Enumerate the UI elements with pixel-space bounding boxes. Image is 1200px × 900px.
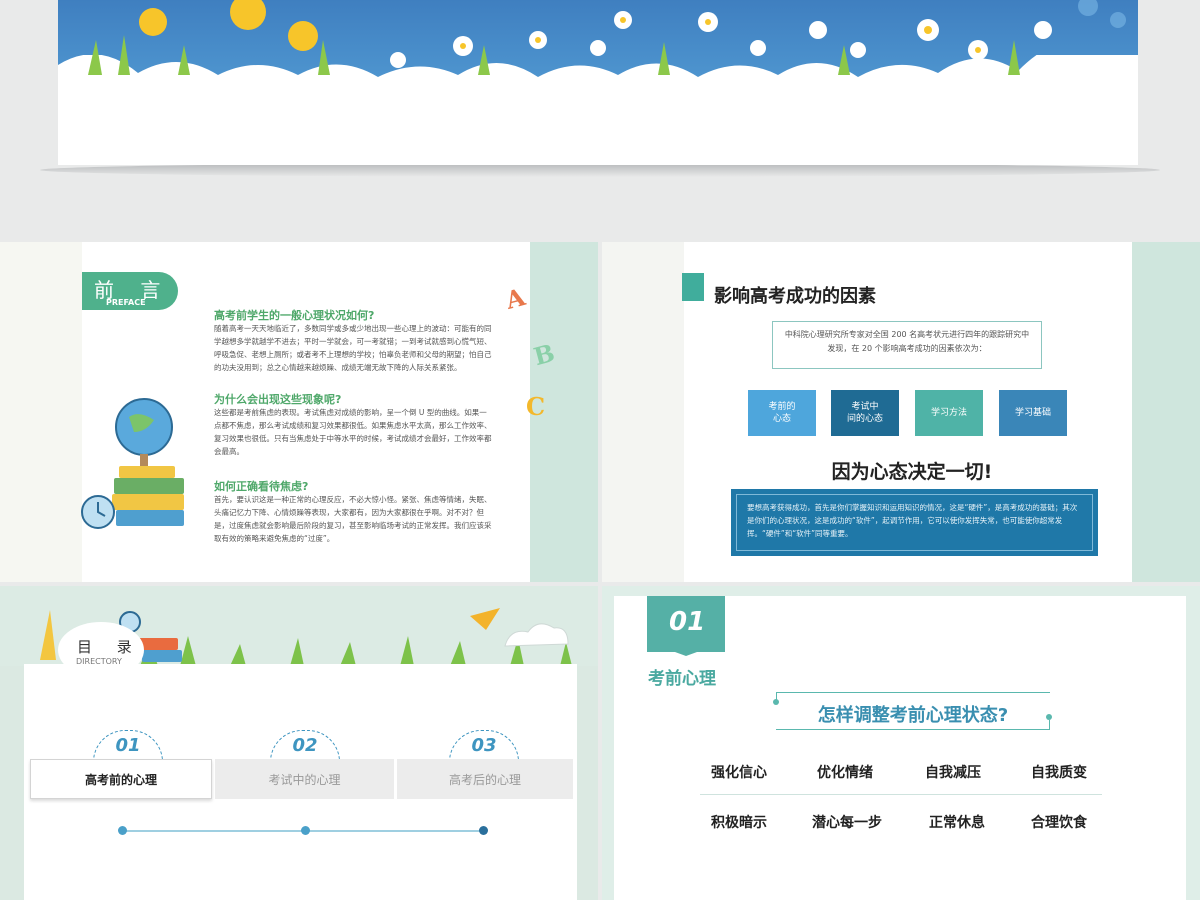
question-dot-right (1046, 714, 1052, 720)
factors-slogan: 因为心态决定一切! (831, 461, 993, 483)
preface-body-1: 随着高考一天天地临近了，多数同学或多或少地出现一些心理上的波动：可能有的同学越想… (214, 324, 492, 372)
section-number: 01 (669, 607, 706, 637)
title-marker (682, 273, 704, 301)
tip-stress: 自我减压 (925, 765, 981, 781)
factor-4[interactable]: 学习基础 (999, 390, 1067, 436)
toc-item-3[interactable]: 高考后的心理 (397, 759, 573, 799)
factor-2[interactable]: 考试中 间的心态 (831, 390, 899, 436)
preface-body-3: 首先，要认识这是一种正常的心理反应，不必大惊小怪。紧张、焦虑等情绪，失眠、头痛记… (214, 495, 492, 543)
section-title: 考前心理 (648, 669, 716, 689)
tip-change: 自我质变 (1031, 765, 1087, 781)
preface-heading-2: 为什么会出现这些现象呢? (214, 393, 342, 406)
preface-tab: 前 言 PREFACE (82, 272, 178, 310)
preface-heading-1: 高考前学生的一般心理状况如何? (214, 309, 375, 322)
directory-title: 目 录 (77, 638, 142, 656)
preface-heading-3: 如何正确看待焦虑? (214, 480, 309, 493)
tip-diet: 合理饮食 (1031, 815, 1087, 831)
factors-title: 影响高考成功的因素 (714, 286, 876, 307)
tip-suggestion: 积极暗示 (711, 815, 767, 831)
section-question: 怎样调整考前心理状态? (776, 692, 1050, 730)
preface-body-2: 这些都是考前焦虑的表现。考试焦虑对成绩的影响，呈一个倒 U 型的曲线。如果一点都… (214, 408, 492, 456)
tip-confidence: 强化信心 (711, 765, 767, 781)
factors-note: 要想高考获得成功，首先是你们掌握知识和运用知识的情况，这是“硬件”，是高考成功的… (736, 494, 1093, 551)
toc-dot-3 (479, 826, 488, 835)
toc-item-1[interactable]: 高考前的心理 (30, 759, 212, 799)
slide-gallery: 前 言 PREFACE 高考前学生的一般心理状况如何? 随着高考一天天地临近了，… (0, 0, 1200, 900)
hero-slide[interactable] (58, 0, 1138, 165)
zigzag-edge (1122, 242, 1132, 582)
directory-subtitle: DIRECTORY (76, 657, 122, 666)
globe-books-icon (81, 398, 184, 529)
preface-subtitle: PREFACE (106, 298, 146, 307)
tip-focus: 潜心每一步 (812, 815, 882, 831)
question-frame-right (1049, 720, 1050, 730)
factors-note-box: 要想高考获得成功，首先是你们掌握知识和运用知识的情况，这是“硬件”，是高考成功的… (731, 489, 1098, 556)
tips-divider (700, 794, 1102, 795)
hero-shadow (40, 163, 1160, 177)
factor-3[interactable]: 学习方法 (915, 390, 983, 436)
factor-1[interactable]: 考前的 心态 (748, 390, 816, 436)
letter-c-icon: C (526, 392, 546, 421)
question-dot-left (773, 699, 779, 705)
factors-side-panel (1132, 242, 1200, 582)
flower-decoration (88, 0, 1126, 75)
tip-rest: 正常休息 (929, 815, 985, 831)
factors-intro: 中科院心理研究所专家对全国 200 名高考状元进行四年的跟踪研究中发现，在 20… (772, 321, 1042, 369)
toc-dot-1 (118, 826, 127, 835)
tip-emotion: 优化情绪 (817, 765, 873, 781)
toc-item-2[interactable]: 考试中的心理 (215, 759, 394, 799)
toc-dot-2 (301, 826, 310, 835)
